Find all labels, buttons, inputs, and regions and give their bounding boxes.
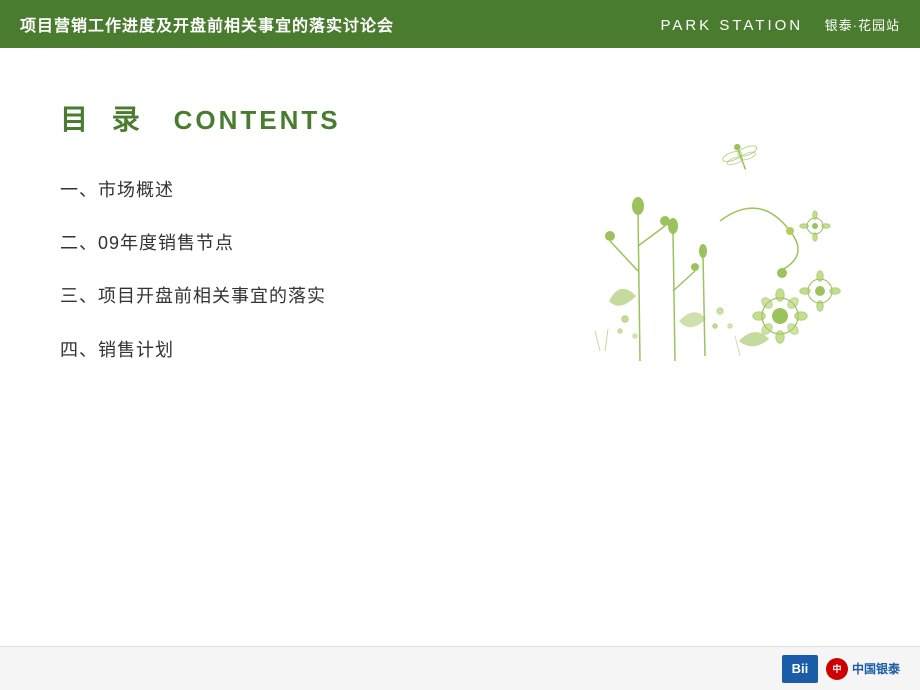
title-en: CONTENTS <box>174 105 341 135</box>
header-title: 项目营销工作进度及开盘前相关事宜的落实讨论会 <box>20 12 394 36</box>
header-brand: PARK STATION 银泰·花园站 <box>660 15 900 34</box>
decoration-illustration <box>520 71 860 371</box>
footer-bar: Bii 中 中国银泰 <box>0 646 920 690</box>
title-cn: 目 录 <box>60 104 148 135</box>
brand-en: PARK STATION <box>660 17 803 34</box>
bii-logo: Bii <box>782 655 818 683</box>
header-bar: 项目营销工作进度及开盘前相关事宜的落实讨论会 PARK STATION 银泰·花… <box>0 0 920 48</box>
china-yintai-logo: 中 中国银泰 <box>826 658 900 680</box>
main-content: 目 录 CONTENTS 一、市场概述 二、09年度销售节点 三、项目开盘前相关… <box>0 48 920 411</box>
china-logo-icon: 中 <box>826 658 848 680</box>
brand-cn: 银泰·花园站 <box>825 18 900 33</box>
footer-logos: Bii 中 中国银泰 <box>782 655 900 683</box>
